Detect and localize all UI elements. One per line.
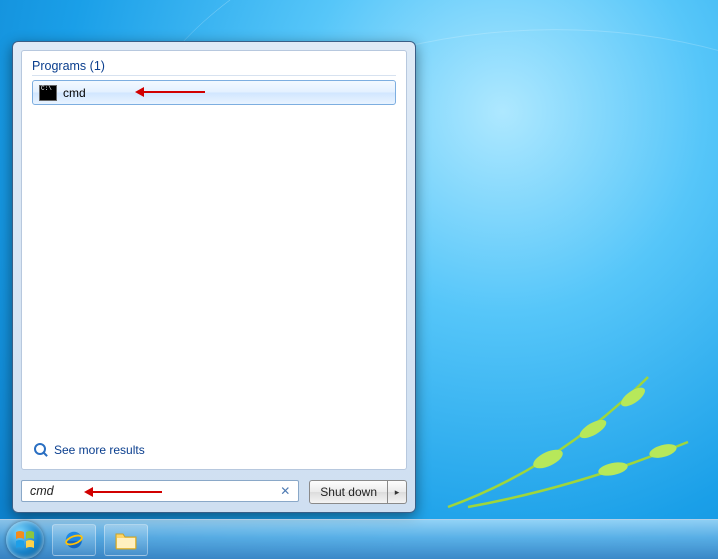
clear-search-icon[interactable]: ✕ [278,484,292,498]
start-button[interactable] [6,521,44,559]
shutdown-button[interactable]: Shut down [309,480,388,504]
annotation-arrow [92,491,162,493]
shutdown-options-button[interactable]: ▸ [388,480,407,504]
taskbar [0,519,718,559]
desktop-wallpaper: Programs (1) cmd See more results ✕ [0,0,718,559]
internet-explorer-icon [63,529,85,551]
wallpaper-plant [438,347,708,517]
search-icon [34,443,48,457]
search-result-cmd[interactable]: cmd [32,80,396,105]
shutdown-button-group: Shut down ▸ [309,480,407,502]
results-empty-space [32,105,396,437]
search-results-area: Programs (1) cmd See more results [21,50,407,470]
folder-icon [114,530,138,550]
start-search-box[interactable]: ✕ [21,480,299,502]
cmd-icon [39,85,57,101]
search-result-label: cmd [63,86,86,100]
see-more-results-link[interactable]: See more results [32,437,396,463]
shutdown-label: Shut down [320,485,377,499]
windows-logo-icon [13,528,37,552]
start-menu-panel: Programs (1) cmd See more results ✕ [12,41,416,513]
see-more-label: See more results [54,443,145,457]
taskbar-item-internet-explorer[interactable] [52,524,96,556]
taskbar-item-file-explorer[interactable] [104,524,148,556]
annotation-arrow [143,91,205,93]
start-menu-bottom-row: ✕ Shut down ▸ [21,478,407,504]
results-section-header: Programs (1) [32,59,396,76]
